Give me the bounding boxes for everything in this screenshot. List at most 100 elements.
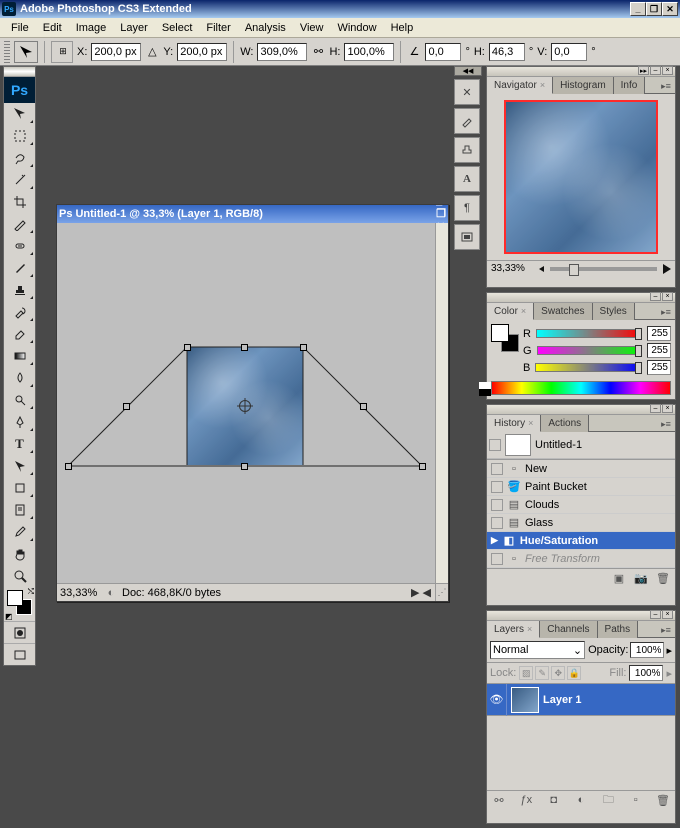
- color-min-button[interactable]: –: [650, 292, 661, 301]
- restore-button[interactable]: ❐: [646, 2, 662, 16]
- fill-flyout-icon[interactable]: ▸: [666, 667, 672, 680]
- color-swatches[interactable]: ⤭ ◩: [4, 587, 35, 621]
- document-title-bar[interactable]: Ps Untitled-1 @ 33,3% (Layer 1, RGB/8) _…: [57, 205, 448, 223]
- history-menu-icon[interactable]: ▸≡: [660, 418, 672, 430]
- zoom-slider[interactable]: [550, 267, 657, 271]
- menu-help[interactable]: Help: [384, 20, 421, 36]
- r-slider[interactable]: [536, 329, 642, 338]
- tab-layers[interactable]: Layers×: [487, 621, 540, 638]
- zoom-out-icon[interactable]: [539, 266, 544, 272]
- history-snapshot[interactable]: Untitled-1: [487, 432, 675, 459]
- adjustment-layer-icon[interactable]: ◐: [573, 793, 589, 807]
- history-item-glass[interactable]: ▤Glass: [487, 514, 675, 532]
- transform-handle-tr[interactable]: [300, 344, 307, 351]
- brush-tool[interactable]: [4, 257, 35, 279]
- move-tool[interactable]: [4, 103, 35, 125]
- r-input[interactable]: [647, 326, 671, 341]
- doc-zoom-value[interactable]: 33,33%: [57, 587, 103, 599]
- navigator-thumbnail[interactable]: [504, 100, 658, 254]
- lock-transparency-icon[interactable]: ▨: [519, 666, 533, 680]
- layers-panel-head[interactable]: –×: [487, 611, 675, 621]
- minimize-button[interactable]: _: [630, 2, 646, 16]
- status-flyout-icon[interactable]: ▶ ◀: [224, 586, 435, 599]
- marquee-tool[interactable]: [4, 125, 35, 147]
- new-doc-from-state-icon[interactable]: ▣: [611, 571, 627, 585]
- navigator-menu-icon[interactable]: ▸≡: [660, 80, 672, 92]
- close-button[interactable]: ✕: [662, 2, 678, 16]
- snapshot-check[interactable]: [489, 439, 501, 451]
- zoom-tool[interactable]: [4, 565, 35, 587]
- tab-actions[interactable]: Actions: [541, 415, 589, 432]
- menu-edit[interactable]: Edit: [36, 20, 69, 36]
- b-input[interactable]: [647, 360, 671, 375]
- vertical-scrollbar[interactable]: [435, 223, 448, 583]
- history-item-clouds[interactable]: ▤Clouds: [487, 496, 675, 514]
- layers-min-button[interactable]: –: [650, 610, 661, 619]
- screen-mode-button[interactable]: [4, 643, 35, 665]
- opacity-input[interactable]: [630, 642, 664, 658]
- g-slider[interactable]: [537, 346, 642, 355]
- dodge-tool[interactable]: [4, 389, 35, 411]
- transform-handle-ml[interactable]: [123, 403, 130, 410]
- dock-paragraph-icon[interactable]: ¶: [454, 195, 480, 221]
- notes-tool[interactable]: [4, 499, 35, 521]
- nav-min-button[interactable]: –: [650, 66, 661, 75]
- dock-clone-icon[interactable]: [454, 137, 480, 163]
- menu-window[interactable]: Window: [330, 20, 383, 36]
- w-input[interactable]: [257, 43, 307, 61]
- reference-point-icon[interactable]: ⊞: [51, 41, 73, 63]
- transform-handle-mr[interactable]: [360, 403, 367, 410]
- shape-tool[interactable]: [4, 477, 35, 499]
- doc-info-icon[interactable]: ◐: [103, 587, 119, 599]
- blend-mode-select[interactable]: Normal⌄: [490, 641, 585, 659]
- x-input[interactable]: [91, 43, 141, 61]
- hist-min-button[interactable]: –: [650, 404, 661, 413]
- tab-color[interactable]: Color×: [487, 303, 534, 320]
- tab-channels[interactable]: Channels: [540, 621, 597, 638]
- dock-brushes-icon[interactable]: [454, 108, 480, 134]
- fill-input[interactable]: [629, 665, 663, 681]
- history-panel-head[interactable]: –×: [487, 405, 675, 415]
- tab-histogram[interactable]: Histogram: [553, 77, 614, 94]
- menu-filter[interactable]: Filter: [199, 20, 237, 36]
- hand-tool[interactable]: [4, 543, 35, 565]
- color-ramp[interactable]: [491, 381, 671, 395]
- doc-minimize-button[interactable]: _: [436, 195, 446, 207]
- transform-handle-bc[interactable]: [241, 463, 248, 470]
- layer-row[interactable]: 👁 Layer 1: [487, 684, 675, 716]
- zoom-in-icon[interactable]: [663, 264, 671, 274]
- h-input[interactable]: [344, 43, 394, 61]
- transform-handle-tl[interactable]: [184, 344, 191, 351]
- pen-tool[interactable]: [4, 411, 35, 433]
- dock-character-icon[interactable]: A: [454, 166, 480, 192]
- visibility-toggle[interactable]: 👁: [487, 684, 507, 716]
- nav-close-button[interactable]: ×: [662, 66, 673, 75]
- path-select-tool[interactable]: [4, 455, 35, 477]
- history-item-new[interactable]: ▫New: [487, 460, 675, 478]
- default-colors-icon[interactable]: ◩: [5, 612, 13, 621]
- options-grip[interactable]: [4, 41, 10, 63]
- layers-menu-icon[interactable]: ▸≡: [660, 624, 672, 636]
- navigator-zoom-value[interactable]: 33,33%: [491, 263, 533, 274]
- transform-handle-bl[interactable]: [65, 463, 72, 470]
- tab-navigator[interactable]: Navigator×: [487, 77, 553, 94]
- new-snapshot-icon[interactable]: 📷: [633, 571, 649, 585]
- type-tool[interactable]: T: [4, 433, 35, 455]
- tab-styles[interactable]: Styles: [593, 303, 635, 320]
- dock-icon-1[interactable]: ✕: [454, 79, 480, 105]
- history-item-huesat[interactable]: ▶◧Hue/Saturation: [487, 532, 675, 550]
- color-fg-bg-swatches[interactable]: [491, 324, 519, 356]
- lock-paint-icon[interactable]: ✎: [535, 666, 549, 680]
- menu-file[interactable]: File: [4, 20, 36, 36]
- eyedropper-tool[interactable]: [4, 521, 35, 543]
- link-layers-icon[interactable]: ⚯: [491, 793, 507, 807]
- stamp-tool[interactable]: [4, 279, 35, 301]
- resize-grip[interactable]: ⋰: [435, 583, 448, 601]
- tool-palette-grip[interactable]: [4, 67, 35, 77]
- new-group-icon[interactable]: 🗀: [600, 793, 616, 807]
- swap-colors-icon[interactable]: ⤭: [28, 587, 34, 597]
- layer-mask-icon[interactable]: ◘: [546, 793, 562, 807]
- layer-name[interactable]: Layer 1: [543, 694, 582, 706]
- delete-state-icon[interactable]: 🗑: [655, 571, 671, 585]
- tab-swatches[interactable]: Swatches: [534, 303, 592, 320]
